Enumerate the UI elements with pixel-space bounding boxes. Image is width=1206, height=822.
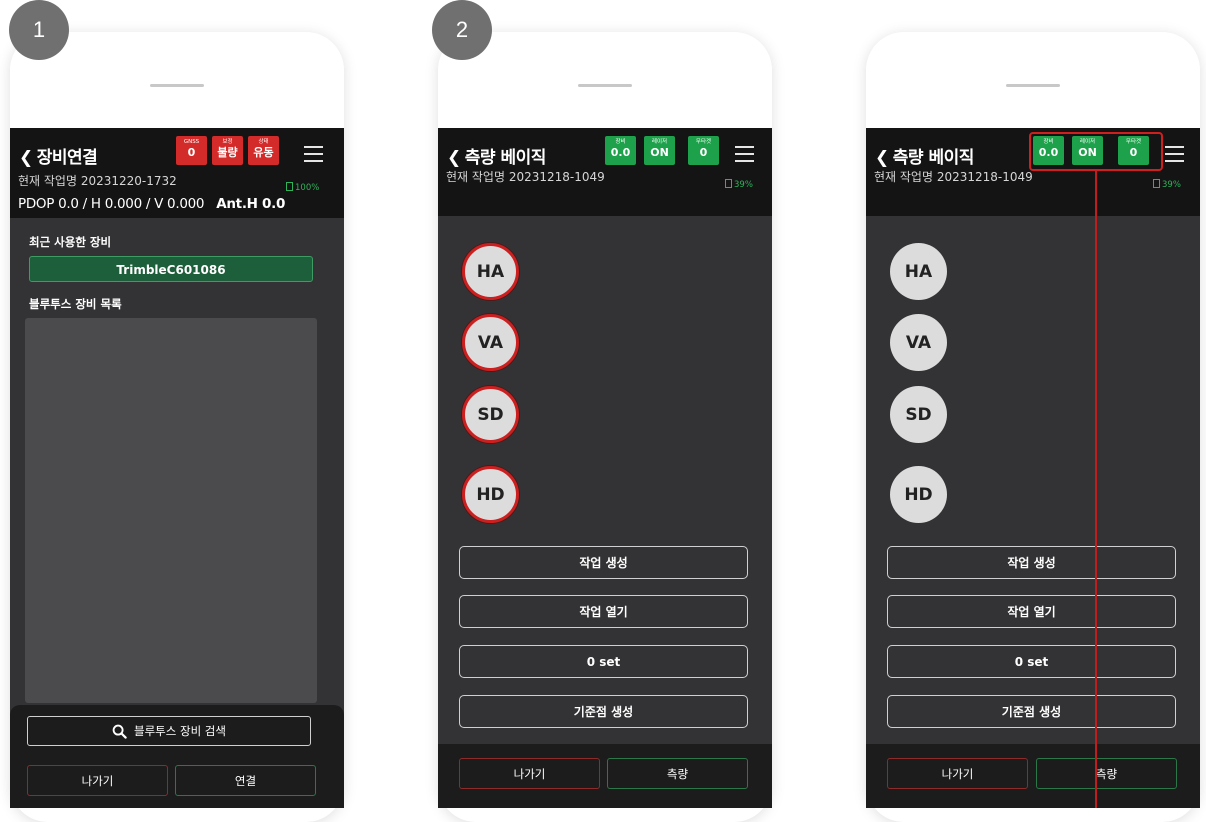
speaker-notch	[1006, 84, 1060, 87]
measure-button[interactable]: 측량	[1036, 758, 1177, 789]
bottom-bar: 나가기 측량	[866, 744, 1200, 808]
back-button[interactable]: ❮ 측량 베이직	[447, 143, 546, 168]
screen-title: 장비연결	[36, 148, 98, 168]
badge-value: 0	[187, 146, 196, 159]
back-button[interactable]: ❮ 장비연결	[19, 143, 98, 168]
measure-button[interactable]: 측량	[607, 758, 748, 789]
phone-survey-basic-highlighted: ❮ 측량 베이직 장비 0.0 레이저 ON 무타겟 0 현재 작업명 20231…	[438, 32, 772, 822]
bluetooth-list-title: 블루투스 장비 목록	[29, 297, 122, 311]
hd-measurement-button[interactable]: HD	[462, 466, 519, 523]
header: ❮ 측량 베이직 장비 0.0 레이저 ON 무타겟 0 현재 작업명 20231…	[866, 128, 1200, 216]
pdop-readout: PDOP 0.0 / H 0.000 / V 0.000 Ant.H 0.0	[18, 196, 285, 212]
battery-icon	[725, 179, 732, 188]
screen-title: 측량 베이직	[892, 148, 975, 168]
bluetooth-device-list[interactable]	[25, 318, 317, 703]
step-marker-2: 2	[432, 0, 492, 60]
speaker-notch	[150, 84, 204, 87]
chevron-left-icon: ❮	[447, 148, 461, 168]
zero-set-button[interactable]: 0 set	[459, 645, 748, 678]
badge-label: 상태	[258, 139, 269, 145]
battery-indicator: 100%	[286, 182, 319, 193]
antenna-height: Ant.H 0.0	[216, 196, 286, 212]
exit-button[interactable]: 나가기	[459, 758, 600, 789]
sd-measurement-button[interactable]: SD	[890, 386, 947, 443]
screen-device-connect: ❮ 장비연결 GNSS 0 보정 불량 상태 유동 현재 작업명 20231220…	[10, 128, 344, 808]
status-badge-gnss: GNSS 0	[176, 136, 207, 165]
screen-survey-basic: ❮ 측량 베이직 장비 0.0 레이저 ON 무타겟 0 현재 작업명 20231…	[866, 128, 1200, 808]
status-badge-correction: 보정 불량	[212, 136, 243, 165]
battery-level: 100%	[295, 183, 320, 193]
search-button-label: 블루투스 장비 검색	[134, 724, 226, 738]
battery-level: 39%	[734, 180, 753, 190]
bluetooth-search-button[interactable]: 블루투스 장비 검색	[27, 716, 311, 746]
work-name: 현재 작업명 20231218-1049	[874, 170, 1033, 184]
badge-value: 불량	[217, 146, 238, 159]
create-reference-point-button[interactable]: 기준점 생성	[459, 695, 748, 728]
exit-button[interactable]: 나가기	[887, 758, 1028, 789]
speaker-notch	[578, 84, 632, 87]
badge-label: 장비	[615, 139, 626, 145]
chevron-left-icon: ❮	[875, 148, 889, 168]
status-badge-state: 상태 유동	[248, 136, 279, 165]
phone-device-connect: ❮ 장비연결 GNSS 0 보정 불량 상태 유동 현재 작업명 20231220…	[10, 32, 344, 822]
battery-indicator: 39%	[1153, 179, 1181, 190]
badge-label: GNSS	[183, 139, 200, 145]
badge-label: 무타겟	[695, 139, 712, 145]
hamburger-menu-icon[interactable]	[304, 146, 323, 162]
callout-line	[1095, 171, 1097, 808]
badge-label: 레이저	[651, 139, 668, 145]
exit-button[interactable]: 나가기	[27, 765, 168, 796]
open-job-button[interactable]: 작업 열기	[459, 595, 748, 628]
status-badge-device: 장비 0.0	[605, 136, 636, 165]
battery-level: 39%	[1162, 180, 1181, 190]
status-badge-laser: 레이저 ON	[644, 136, 675, 165]
header: ❮ 장비연결 GNSS 0 보정 불량 상태 유동 현재 작업명 20231220…	[10, 128, 344, 218]
badge-value: 0	[699, 146, 708, 159]
bottom-bar: 블루투스 장비 검색 나가기 연결	[10, 705, 344, 808]
pdop-values: PDOP 0.0 / H 0.000 / V 0.000	[18, 196, 205, 212]
sd-measurement-button[interactable]: SD	[462, 386, 519, 443]
badge-value: ON	[650, 146, 669, 159]
badge-value: 0.0	[610, 146, 631, 159]
battery-indicator: 39%	[725, 179, 753, 190]
work-name: 현재 작업명 20231220-1732	[18, 174, 177, 188]
zero-set-button[interactable]: 0 set	[887, 645, 1176, 678]
badge-label: 보정	[222, 139, 233, 145]
battery-icon	[1153, 179, 1160, 188]
va-measurement-button[interactable]: VA	[462, 314, 519, 371]
recent-devices-title: 최근 사용한 장비	[29, 235, 112, 249]
screen-survey-basic: ❮ 측량 베이직 장비 0.0 레이저 ON 무타겟 0 현재 작업명 20231…	[438, 128, 772, 808]
step-marker-1: 1	[9, 0, 69, 60]
screen-title: 측량 베이직	[464, 148, 547, 168]
chevron-left-icon: ❮	[19, 148, 33, 168]
va-measurement-button[interactable]: VA	[890, 314, 947, 371]
back-button[interactable]: ❮ 측량 베이직	[875, 143, 974, 168]
search-icon	[112, 724, 127, 739]
bottom-bar: 나가기 측량	[438, 744, 772, 808]
create-job-button[interactable]: 작업 생성	[459, 546, 748, 579]
recent-device-button[interactable]: TrimbleC601086	[29, 256, 313, 282]
hamburger-menu-icon[interactable]	[1165, 146, 1184, 162]
header: ❮ 측량 베이직 장비 0.0 레이저 ON 무타겟 0 현재 작업명 20231…	[438, 128, 772, 216]
hd-measurement-button[interactable]: HD	[890, 466, 947, 523]
create-reference-point-button[interactable]: 기준점 생성	[887, 695, 1176, 728]
work-name: 현재 작업명 20231218-1049	[446, 170, 605, 184]
hamburger-menu-icon[interactable]	[735, 146, 754, 162]
phone-survey-basic-status: ❮ 측량 베이직 장비 0.0 레이저 ON 무타겟 0 현재 작업명 20231…	[866, 32, 1200, 822]
connect-button[interactable]: 연결	[175, 765, 316, 796]
battery-icon	[286, 182, 293, 191]
ha-measurement-button[interactable]: HA	[462, 243, 519, 300]
badge-value: 유동	[253, 146, 274, 159]
status-badges-highlight	[1029, 132, 1163, 171]
open-job-button[interactable]: 작업 열기	[887, 595, 1176, 628]
ha-measurement-button[interactable]: HA	[890, 243, 947, 300]
status-badge-no-target: 무타겟 0	[688, 136, 719, 165]
create-job-button[interactable]: 작업 생성	[887, 546, 1176, 579]
